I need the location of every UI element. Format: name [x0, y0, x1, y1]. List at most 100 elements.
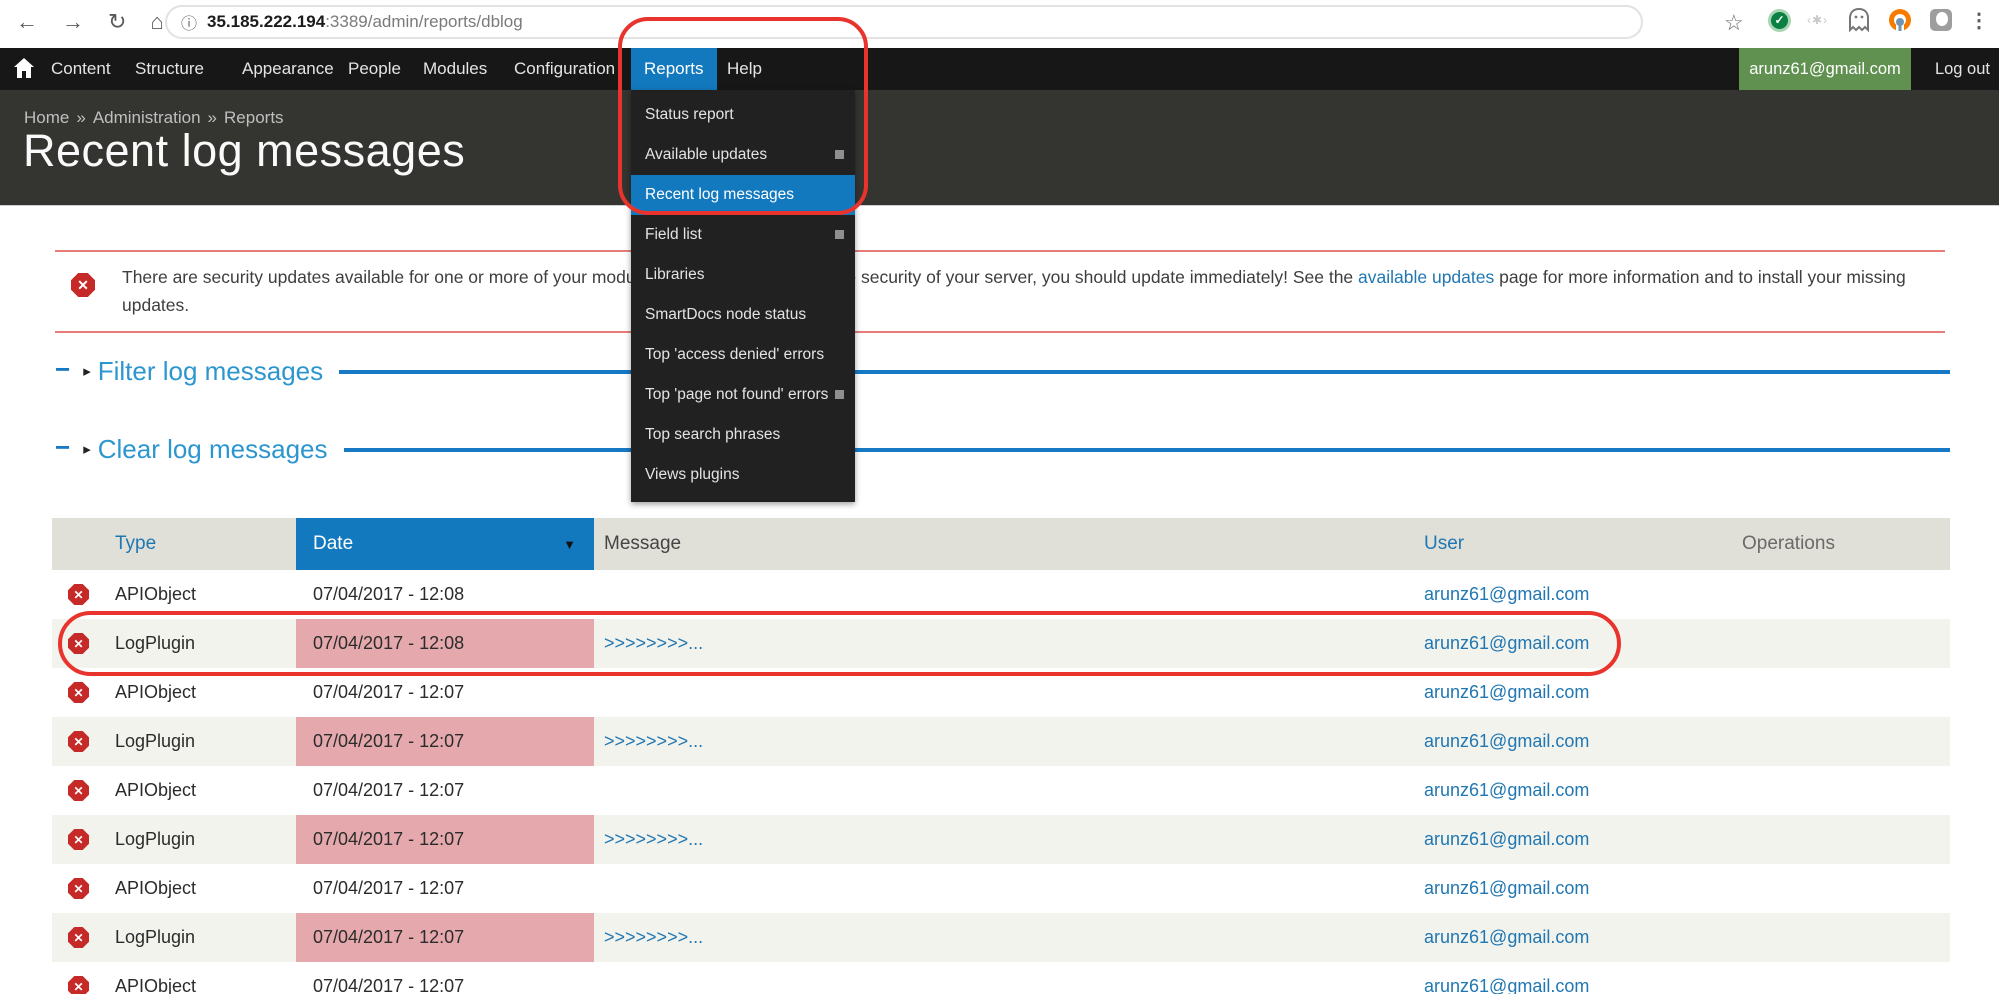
security-update-warning: ✕ There are security updates available f…: [55, 250, 1945, 333]
table-row: ✕ APIObject 07/04/2017 - 12:07 arunz61@g…: [52, 766, 1950, 815]
log-user-link[interactable]: arunz61@gmail.com: [1424, 584, 1589, 604]
page-header: Home»Administration»Reports Recent log m…: [0, 90, 1999, 206]
toolbar-item-help[interactable]: Help: [727, 48, 762, 90]
secure-badge-extension-icon[interactable]: ✓: [1768, 9, 1791, 32]
table-row: ✕ APIObject 07/04/2017 - 12:08 arunz61@g…: [52, 570, 1950, 619]
account-email[interactable]: arunz61@gmail.com: [1739, 48, 1911, 90]
sort-by-type-link[interactable]: Type: [115, 533, 156, 554]
log-user-link[interactable]: arunz61@gmail.com: [1424, 976, 1589, 994]
toolbar-item-appearance[interactable]: Appearance: [242, 48, 334, 90]
toolbar-item-reports-active[interactable]: Reports: [631, 48, 717, 90]
warning-text: There are security updates available for…: [122, 263, 1932, 319]
disabled-extension-icon[interactable]: ‹✱›: [1807, 13, 1831, 27]
log-date: 07/04/2017 - 12:08: [296, 570, 594, 619]
log-message-link[interactable]: >>>>>>>>...: [604, 633, 703, 653]
fieldset-dash-icon: −: [55, 354, 70, 385]
url-bar[interactable]: ⓘ 35.185.222.194 :3389/admin/reports/dbl…: [165, 5, 1643, 39]
log-message-link[interactable]: >>>>>>>>...: [604, 927, 703, 947]
log-type: LogPlugin: [104, 633, 296, 654]
browser-home-icon[interactable]: ⌂: [150, 9, 163, 35]
collapsed-arrow-icon: ▸: [83, 440, 91, 458]
toolbar-item-modules[interactable]: Modules: [423, 48, 487, 90]
log-user-link[interactable]: arunz61@gmail.com: [1424, 731, 1589, 751]
log-user-link[interactable]: arunz61@gmail.com: [1424, 780, 1589, 800]
log-date-highlighted: 07/04/2017 - 12:08: [296, 619, 594, 668]
filter-log-messages-legend[interactable]: Filter log messages: [98, 356, 323, 387]
toolbar-item-content[interactable]: Content: [51, 48, 111, 90]
log-messages-table: Type Date▼ Message User Operations ✕ API…: [52, 518, 1950, 994]
browser-chrome: ← → ↻ ⌂ ⓘ 35.185.222.194 :3389/admin/rep…: [0, 0, 1999, 48]
toolbar-item-people[interactable]: People: [348, 48, 401, 90]
menu-item-recent-log-messages[interactable]: Recent log messages: [631, 175, 855, 215]
log-date: 07/04/2017 - 12:07: [296, 668, 594, 717]
log-user-link[interactable]: arunz61@gmail.com: [1424, 927, 1589, 947]
table-row: ✕ LogPlugin 07/04/2017 - 12:07 >>>>>>>>.…: [52, 913, 1950, 962]
menu-item-status-report[interactable]: Status report: [631, 95, 855, 135]
log-user-link[interactable]: arunz61@gmail.com: [1424, 633, 1589, 653]
table-row: ✕ LogPlugin 07/04/2017 - 12:07 >>>>>>>>.…: [52, 815, 1950, 864]
toolbar-item-structure[interactable]: Structure: [135, 48, 204, 90]
log-message-link[interactable]: >>>>>>>>...: [604, 829, 703, 849]
table-row: ✕ APIObject 07/04/2017 - 12:07 arunz61@g…: [52, 668, 1950, 717]
browser-menu-icon[interactable]: ⋮: [1969, 8, 1989, 33]
menu-item-label: Available updates: [645, 146, 767, 163]
log-type: APIObject: [104, 682, 296, 703]
error-severity-icon: ✕: [68, 633, 89, 654]
menu-item-views-plugins[interactable]: Views plugins: [631, 455, 855, 495]
reload-icon[interactable]: ↻: [108, 9, 126, 35]
bookmark-star-icon[interactable]: ☆: [1724, 10, 1744, 36]
error-severity-icon: ✕: [68, 927, 89, 948]
menu-item-top-page-not-found[interactable]: Top 'page not found' errors: [631, 375, 855, 415]
log-type: APIObject: [104, 976, 296, 994]
table-row-annotated: ✕ LogPlugin 07/04/2017 - 12:08 >>>>>>>>.…: [52, 619, 1950, 668]
menu-item-libraries[interactable]: Libraries: [631, 255, 855, 295]
menu-item-top-access-denied[interactable]: Top 'access denied' errors: [631, 335, 855, 375]
back-icon[interactable]: ←: [16, 9, 38, 35]
log-date: 07/04/2017 - 12:07: [296, 864, 594, 913]
fieldset-border-line: [339, 370, 1950, 374]
log-message-link[interactable]: >>>>>>>>...: [604, 731, 703, 751]
logout-button[interactable]: Log out: [1935, 48, 1990, 90]
error-severity-icon: ✕: [68, 682, 89, 703]
available-updates-link[interactable]: available updates: [1358, 267, 1494, 287]
log-date-highlighted: 07/04/2017 - 12:07: [296, 913, 594, 962]
menu-item-available-updates[interactable]: Available updates: [631, 135, 855, 175]
log-type: APIObject: [104, 878, 296, 899]
collapsed-arrow-icon: ▸: [83, 362, 91, 380]
log-date-highlighted: 07/04/2017 - 12:07: [296, 815, 594, 864]
openvpn-extension-icon[interactable]: [1887, 7, 1913, 33]
toolbar-item-configuration[interactable]: Configuration: [514, 48, 615, 90]
menu-item-field-list[interactable]: Field list: [631, 215, 855, 255]
table-row: ✕ APIObject 07/04/2017 - 12:07 arunz61@g…: [52, 864, 1950, 913]
generic-extension-icon[interactable]: [1929, 8, 1953, 32]
log-type: APIObject: [104, 584, 296, 605]
log-user-link[interactable]: arunz61@gmail.com: [1424, 878, 1589, 898]
log-user-link[interactable]: arunz61@gmail.com: [1424, 829, 1589, 849]
header-date-sorted[interactable]: Date▼: [296, 518, 594, 570]
log-type: LogPlugin: [104, 829, 296, 850]
reports-dropdown-menu: Status report Available updates Recent l…: [631, 90, 855, 502]
error-severity-icon: ✕: [68, 780, 89, 801]
log-type: LogPlugin: [104, 927, 296, 948]
page-info-icon[interactable]: ⓘ: [181, 10, 197, 34]
header-message: Message: [594, 533, 1414, 555]
clear-log-messages-legend[interactable]: Clear log messages: [98, 434, 328, 465]
ghostery-extension-icon[interactable]: [1847, 7, 1871, 33]
error-severity-icon: ✕: [68, 829, 89, 850]
log-user-link[interactable]: arunz61@gmail.com: [1424, 682, 1589, 702]
clear-log-messages-fieldset: − ▸ Clear log messages: [55, 429, 1950, 469]
update-badge-icon: [835, 230, 844, 239]
forward-icon[interactable]: →: [62, 9, 84, 35]
url-path: :3389/admin/reports/dblog: [325, 12, 523, 32]
error-severity-icon: ✕: [68, 878, 89, 899]
menu-item-top-search-phrases[interactable]: Top search phrases: [631, 415, 855, 455]
menu-item-smartdocs-node-status[interactable]: SmartDocs node status: [631, 295, 855, 335]
sort-desc-icon: ▼: [563, 537, 576, 552]
admin-home-icon[interactable]: [13, 57, 35, 79]
error-severity-icon: ✕: [68, 731, 89, 752]
header-type: Type: [104, 533, 296, 555]
update-badge-icon: [835, 150, 844, 159]
error-icon: ✕: [71, 273, 95, 297]
log-date-highlighted: 07/04/2017 - 12:07: [296, 717, 594, 766]
sort-by-user-link[interactable]: User: [1424, 533, 1464, 554]
